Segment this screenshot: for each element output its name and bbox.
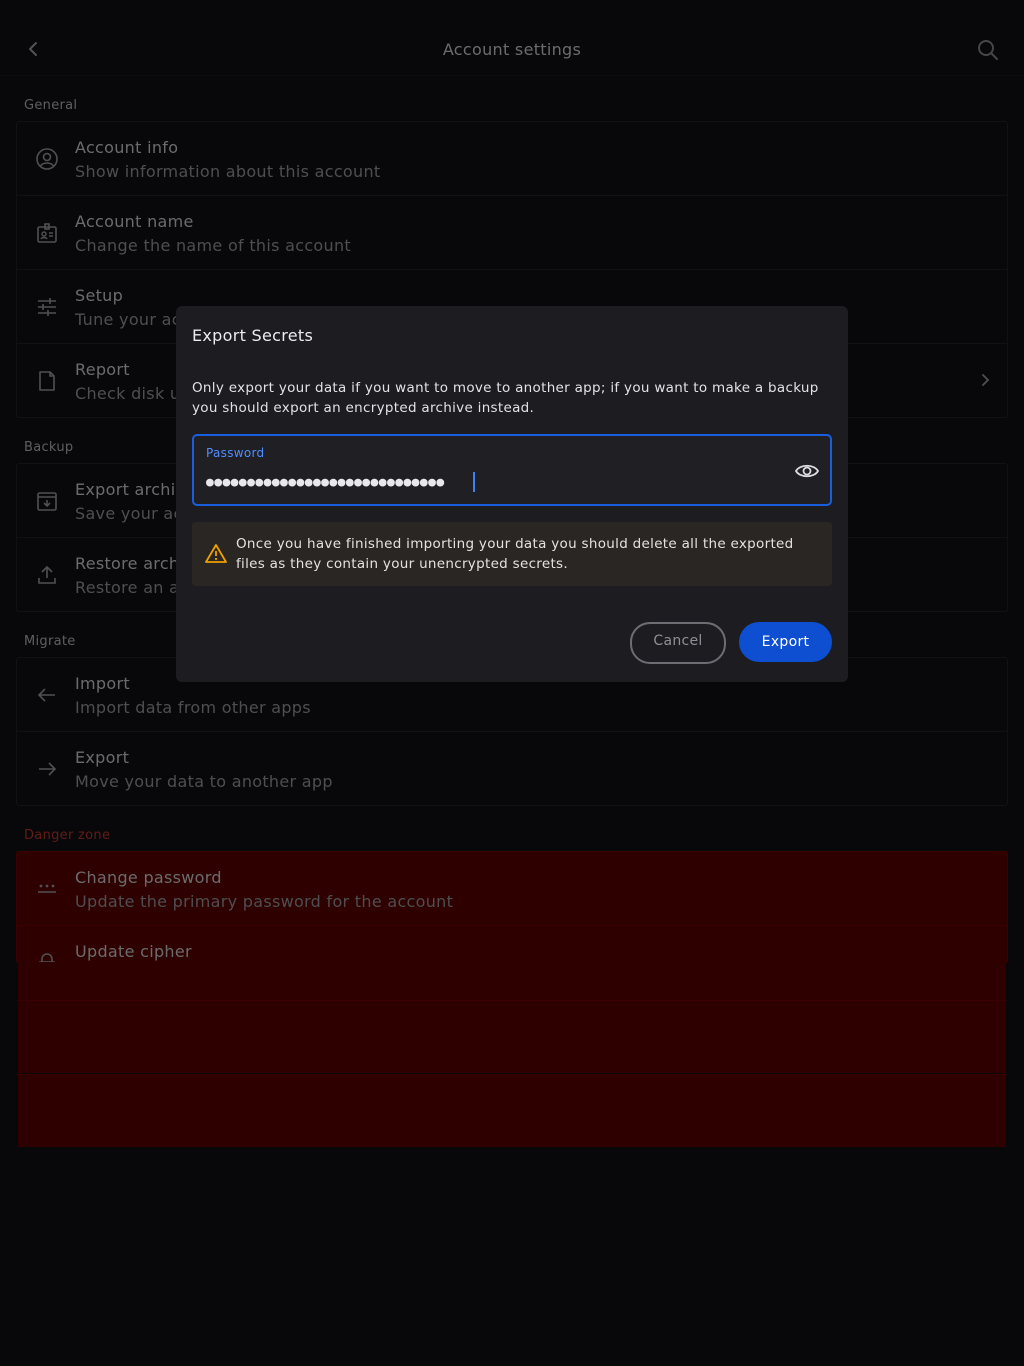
password-label: Password <box>206 446 265 460</box>
text-caret <box>473 472 475 492</box>
password-field[interactable]: Password <box>192 434 832 506</box>
toggle-visibility-button[interactable] <box>794 458 820 484</box>
dialog-message: Only export your data if you want to mov… <box>192 380 819 416</box>
export-button[interactable]: Export <box>739 622 832 662</box>
dialog-title: Export Secrets <box>192 326 314 345</box>
warning-icon <box>204 542 228 566</box>
warning-text: Once you have finished importing your da… <box>236 536 794 572</box>
account-settings-page: Account settings General Account info Sh… <box>0 0 1024 1366</box>
export-secrets-dialog: Export Secrets Only export your data if … <box>176 306 848 682</box>
warning-banner: Once you have finished importing your da… <box>192 522 832 586</box>
eye-icon <box>794 464 820 478</box>
modal-backdrop[interactable] <box>0 0 1024 1366</box>
password-input[interactable] <box>206 470 766 494</box>
cancel-button[interactable]: Cancel <box>630 622 726 664</box>
